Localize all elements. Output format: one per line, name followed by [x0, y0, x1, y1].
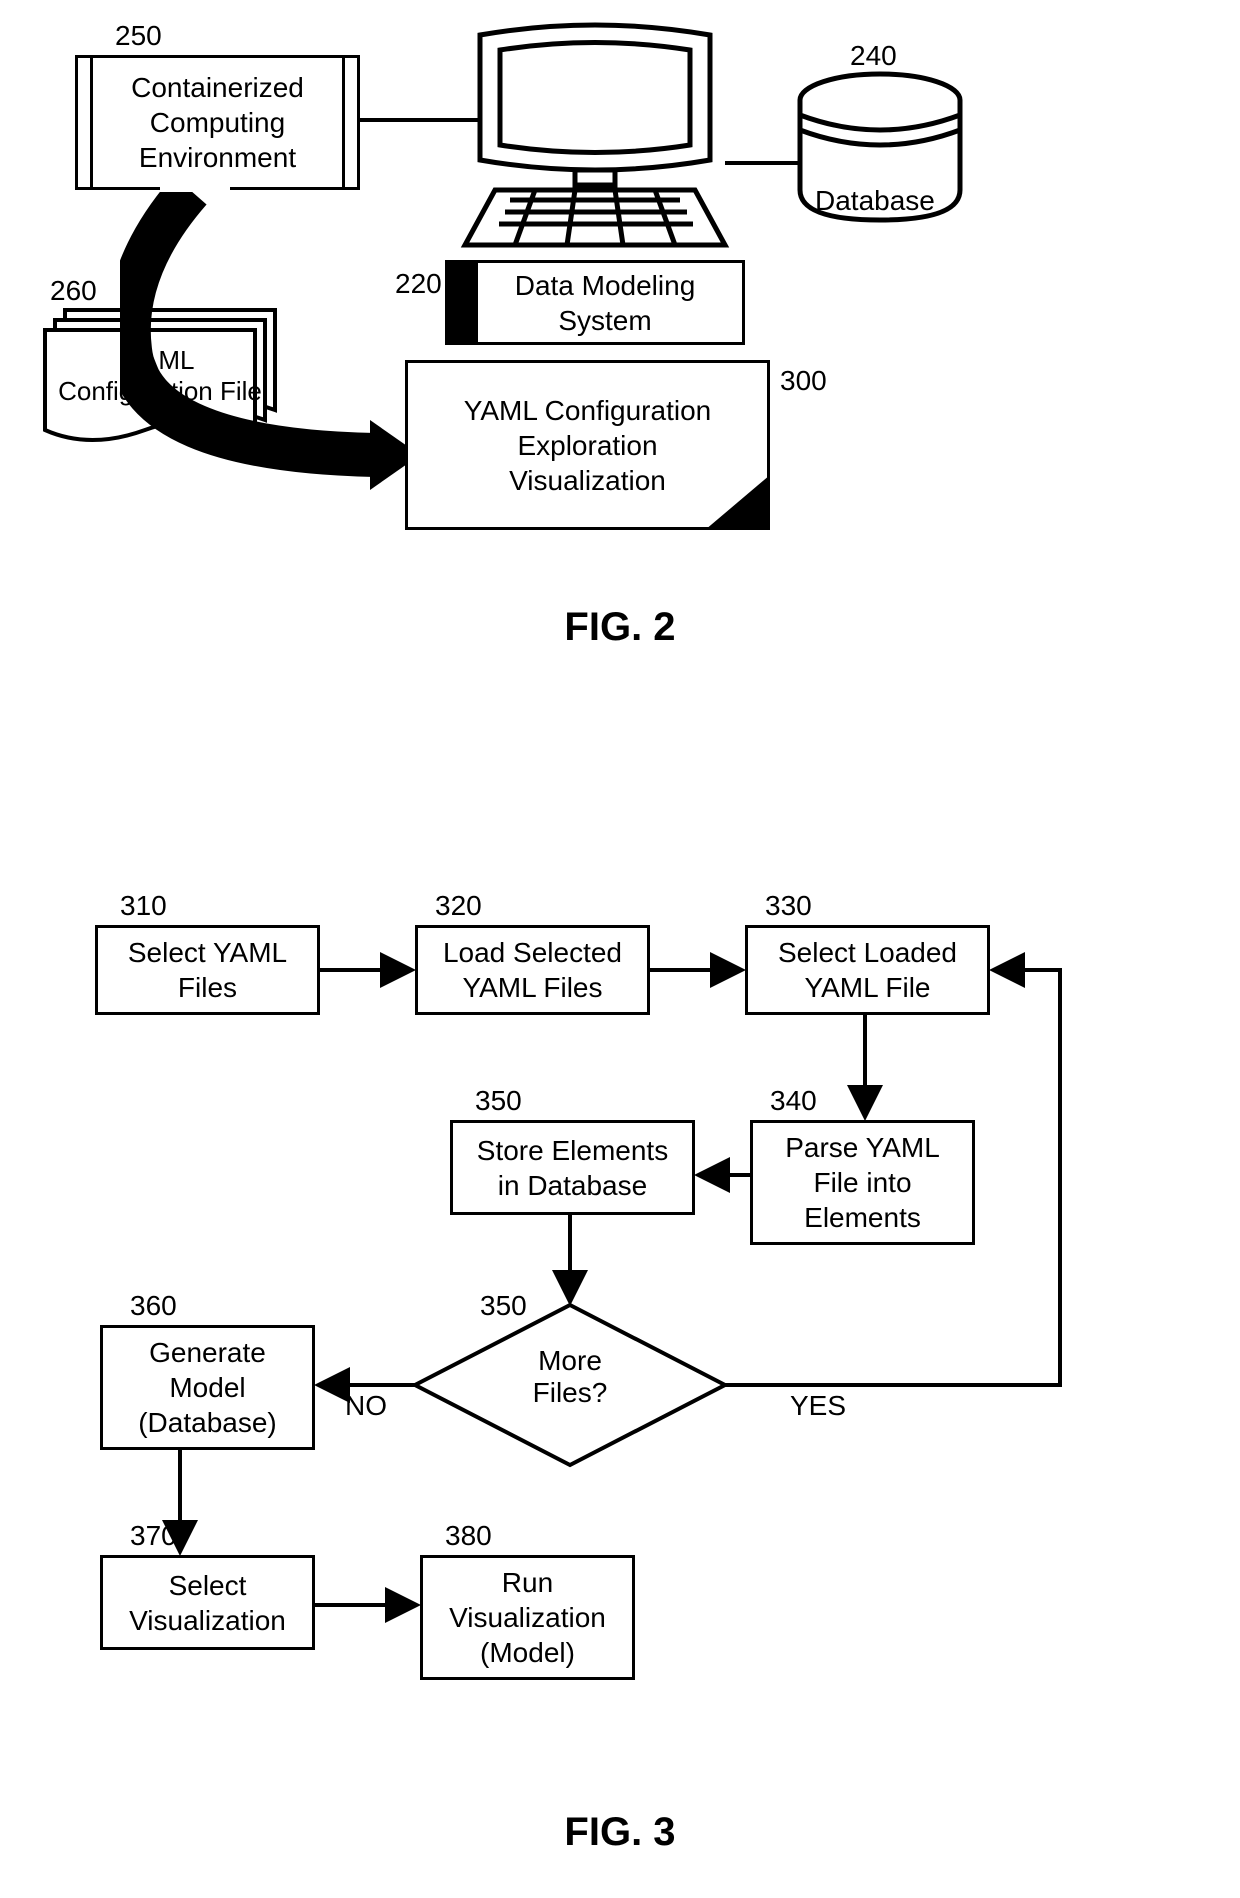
fig3-caption: FIG. 3 [0, 1810, 1240, 1855]
fig3-arrows [0, 0, 1240, 1898]
page: 250 Containerized Computing Environment … [0, 0, 1240, 1898]
